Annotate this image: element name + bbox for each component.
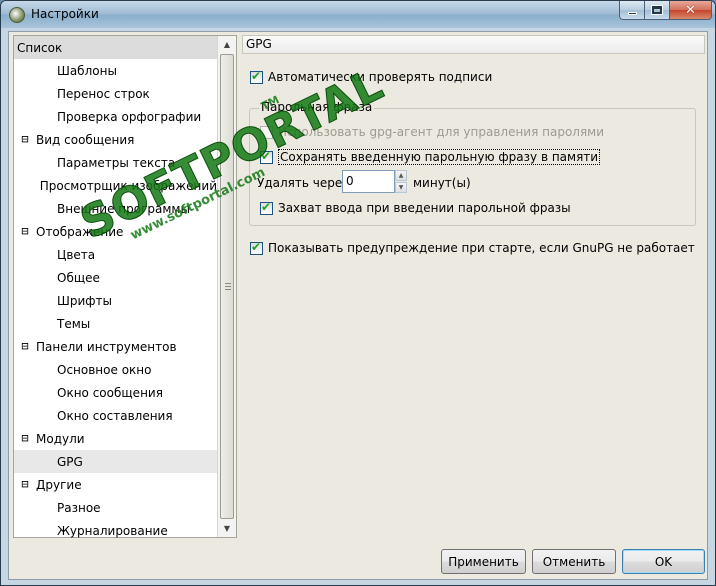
- expire-minutes-spinbox[interactable]: 0 ▲ ▼: [342, 170, 407, 193]
- expire-label: Удалять через: [257, 176, 349, 190]
- tree-item-label: Проверка орфографии: [57, 109, 202, 124]
- store-passphrase-checkbox[interactable]: Сохранять введенную парольную фразу в па…: [260, 148, 601, 166]
- tree-item[interactable]: Общее: [14, 266, 217, 289]
- tree-item-label: Окно сообщения: [57, 385, 163, 400]
- window-title: Настройки: [31, 7, 99, 21]
- passphrase-group-legend: Парольная фраза: [259, 100, 375, 114]
- collapse-toggle-icon[interactable]: ⊟: [19, 340, 31, 353]
- category-tree[interactable]: Список Шаблоны Перенос строк Проверка орфог…: [13, 35, 237, 538]
- tree-item[interactable]: Параметры текста: [14, 151, 217, 174]
- page-title: GPG: [242, 35, 705, 54]
- auto-check-signatures-checkbox[interactable]: Автоматически проверять подписи: [250, 68, 492, 86]
- tree-item-label: Окно составления: [57, 408, 173, 423]
- tree-item[interactable]: Перенос строк: [14, 82, 217, 105]
- expire-unit-label: минут(ы): [413, 176, 471, 190]
- tree-item-label: Внешние программы: [57, 201, 190, 216]
- tree-item-label: Модули: [36, 431, 85, 446]
- checkbox-label: Захват ввода при введении парольной фраз…: [278, 201, 571, 215]
- tree-item-label: Основное окно: [57, 362, 152, 377]
- close-button[interactable]: ✕: [669, 1, 712, 20]
- tree-item-label: Темы: [57, 316, 91, 331]
- tree-item-label: Перенос строк: [57, 86, 150, 101]
- minimize-icon: [627, 11, 637, 15]
- collapse-toggle-icon[interactable]: ⊟: [19, 432, 31, 445]
- use-gpg-agent-checkbox[interactable]: Использовать gpg-агент для управления па…: [260, 123, 604, 141]
- scroll-down-arrow-icon[interactable]: ▼: [218, 520, 236, 537]
- dialog-client-area: Список Шаблоны Перенос строк Проверка орфог…: [8, 31, 708, 580]
- apply-button[interactable]: Применить: [441, 549, 526, 574]
- grip-line: [225, 286, 231, 287]
- collapse-toggle-icon[interactable]: ⊟: [19, 133, 31, 146]
- apply-button-label: Применить: [448, 554, 519, 569]
- tree-item[interactable]: Шрифты: [14, 289, 217, 312]
- tree-item[interactable]: Внешние программы: [14, 197, 217, 220]
- minimize-button[interactable]: [619, 1, 645, 20]
- maximize-button[interactable]: [644, 1, 670, 20]
- tree-item-label: Цвета: [57, 247, 96, 262]
- ok-button[interactable]: OK: [622, 549, 705, 574]
- tree-item[interactable]: GPG: [14, 450, 217, 473]
- tree-item[interactable]: Окно составления: [14, 404, 217, 427]
- tree-item[interactable]: Цвета: [14, 243, 217, 266]
- tree-item[interactable]: ⊟ Другие: [14, 473, 217, 496]
- tree-item-label: Вид сообщения: [36, 132, 135, 147]
- grab-input-checkbox[interactable]: Захват ввода при введении парольной фраз…: [260, 199, 571, 217]
- tree-item[interactable]: Просмотрщик изображений: [14, 174, 217, 197]
- grip-line: [225, 283, 231, 284]
- grip-line: [225, 289, 231, 290]
- scrollbar-thumb[interactable]: [220, 54, 234, 519]
- tree-item[interactable]: Окно сообщения: [14, 381, 217, 404]
- warn-gnupg-checkbox[interactable]: Показывать предупреждение при старте, ес…: [250, 239, 695, 257]
- tree-item-label: GPG: [57, 454, 83, 469]
- tree-item-label: Общее: [57, 270, 100, 285]
- checkbox-label: Использовать gpg-агент для управления па…: [278, 125, 605, 139]
- spin-up-arrow-icon[interactable]: ▲: [395, 170, 407, 181]
- close-icon: ✕: [685, 2, 696, 18]
- cancel-button[interactable]: Отменить: [532, 549, 616, 574]
- spin-down-arrow-icon[interactable]: ▼: [395, 182, 407, 193]
- collapse-toggle-icon[interactable]: ⊟: [19, 225, 31, 238]
- cancel-button-label: Отменить: [542, 554, 606, 569]
- scroll-up-arrow-icon[interactable]: ▲: [218, 36, 236, 53]
- checkbox-box[interactable]: [260, 125, 273, 139]
- tree-item[interactable]: Проверка орфографии: [14, 105, 217, 128]
- tree-item-label: Разное: [57, 500, 101, 515]
- tree-item[interactable]: Темы: [14, 312, 217, 335]
- checkbox-label: Автоматически проверять подписи: [268, 70, 493, 84]
- tree-item[interactable]: ⊟ Модули: [14, 427, 217, 450]
- checkbox-label: Сохранять введенную парольную фразу в па…: [278, 149, 601, 165]
- expire-minutes-input[interactable]: 0: [342, 170, 395, 193]
- tree-item[interactable]: Разное: [14, 496, 217, 519]
- tree-item[interactable]: ⊟ Панели инструментов: [14, 335, 217, 358]
- tree-scrollbar[interactable]: ▲ ▼: [217, 36, 236, 537]
- ok-button-label: OK: [654, 554, 673, 569]
- checkbox-box[interactable]: [260, 200, 273, 215]
- settings-window: Настройки ✕ Список Шаблоны Перенос строк Пр…: [0, 0, 716, 586]
- tree-item-label: Панели инструментов: [36, 339, 177, 354]
- tree-item[interactable]: ⊟ Отображение: [14, 220, 217, 243]
- tree-item[interactable]: Список: [14, 36, 217, 59]
- tree-item-label: Отображение: [36, 224, 124, 239]
- checkbox-box[interactable]: [250, 240, 263, 255]
- tree-item-label: Список: [17, 40, 63, 55]
- tree-item-label: Шаблоны: [57, 63, 117, 78]
- checkbox-box[interactable]: [260, 149, 273, 164]
- tree-item[interactable]: Шаблоны: [14, 59, 217, 82]
- checkbox-label: Показывать предупреждение при старте, ес…: [268, 241, 695, 255]
- tree-item-label: Просмотрщик изображений: [39, 178, 217, 193]
- tree-item-label: Параметры текста: [57, 155, 176, 170]
- tree-item-label: Шрифты: [57, 293, 112, 308]
- title-bar[interactable]: Настройки ✕: [1, 1, 715, 28]
- tree-item[interactable]: ⊟ Вид сообщения: [14, 128, 217, 151]
- app-icon: [9, 7, 25, 23]
- tree-item[interactable]: Журналирование: [14, 519, 217, 542]
- checkbox-box[interactable]: [250, 69, 263, 84]
- maximize-icon: [651, 5, 663, 15]
- tree-item-label: Журналирование: [57, 523, 168, 538]
- tree-item[interactable]: Основное окно: [14, 358, 217, 381]
- collapse-toggle-icon[interactable]: ⊟: [19, 478, 31, 491]
- tree-item-label: Другие: [36, 477, 82, 492]
